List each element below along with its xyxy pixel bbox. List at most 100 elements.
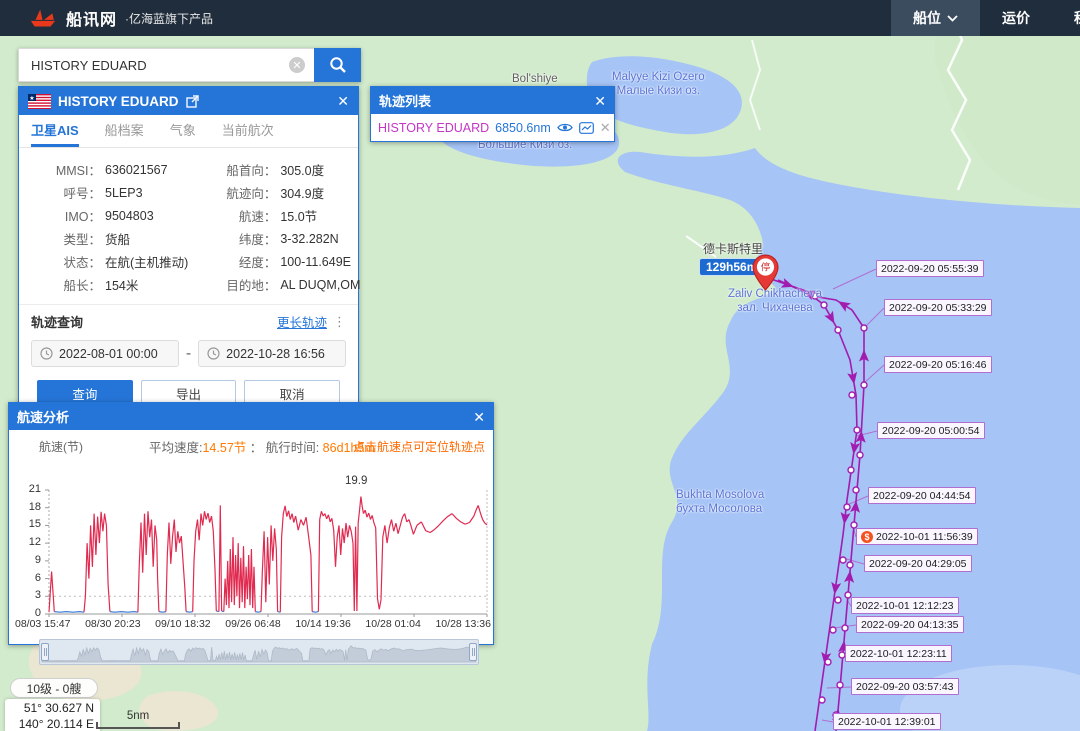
field-label: 船长：	[23, 275, 101, 294]
track-timestamp-label[interactable]: 2022-09-20 04:29:05	[864, 555, 972, 572]
track-timestamp-label[interactable]: 2022-10-01 12:23:11	[845, 645, 952, 662]
shipxy-logo-icon	[28, 8, 58, 28]
track-timestamp-label[interactable]: $2022-10-01 11:56:39	[856, 528, 978, 545]
open-detail-icon[interactable]	[186, 95, 199, 108]
track-node	[837, 682, 843, 688]
stop-pin-marker[interactable]: 停	[752, 254, 779, 297]
ship-field-row: 航迹向：304.9度	[188, 181, 360, 204]
field-label: 船首向：	[188, 160, 276, 179]
track-timestamp-label[interactable]: 2022-09-20 05:55:39	[876, 260, 984, 277]
field-value: 305.0度	[276, 160, 324, 179]
brand-name: 船讯网	[66, 6, 117, 30]
field-label: IMO：	[23, 206, 101, 225]
close-icon[interactable]: ✕	[594, 94, 606, 108]
pin-icon: 停	[752, 254, 779, 292]
tab-ship-archive[interactable]: 船档案	[105, 115, 144, 147]
more-options-icon[interactable]: ⋮	[333, 314, 346, 330]
ship-field-row: 经度：100-11.649E	[188, 250, 360, 273]
peak-value-label: 19.9	[345, 475, 367, 487]
chevron-down-icon	[947, 15, 958, 22]
ship-field-row: 状态：在航(主机推动)	[23, 250, 188, 273]
ship-fields: MMSI：636021567呼号：5LEP3IMO：9504803类型：货船状态…	[19, 148, 358, 304]
map-label-malyye-line1: Malyye Kizi Ozero	[612, 70, 705, 84]
search-input[interactable]	[18, 48, 314, 82]
close-icon[interactable]: ✕	[473, 410, 485, 424]
tab-current-voyage[interactable]: 当前航次	[222, 115, 274, 147]
track-timestamp-label[interactable]: 2022-09-20 03:57:43	[851, 678, 959, 695]
brush-handle-left[interactable]	[41, 643, 49, 661]
track-timestamp-label[interactable]: 2022-10-01 12:39:01	[833, 713, 941, 730]
date-to-input[interactable]: 2022-10-28 16:56	[198, 340, 346, 367]
nav-item-freight[interactable]: 运价	[980, 0, 1052, 36]
clear-search-icon[interactable]: ✕	[289, 57, 305, 73]
chart-range-slider[interactable]	[39, 639, 479, 665]
longer-track-link[interactable]: 更长轨迹	[277, 312, 327, 331]
ship-panel-header: ★ HISTORY EDUARD ✕	[19, 87, 358, 115]
ship-field-row: 目的地：AL DUQM,OM	[188, 273, 360, 296]
nav-item-shipposition[interactable]: 船位	[891, 0, 980, 36]
track-list-title: 轨迹列表	[379, 91, 431, 110]
map-label-malyye-line2: Малые Кизи оз.	[612, 84, 705, 98]
svg-text:★: ★	[29, 95, 34, 102]
search-button[interactable]	[314, 48, 361, 82]
map-label-bukhta-line1: Bukhta Mosolova	[676, 488, 764, 502]
map-label-bukhta-line2: бухта Мосолова	[676, 502, 764, 516]
x-tick-label: 10/28 13:36	[435, 618, 490, 630]
track-timestamp-label[interactable]: 2022-09-20 05:00:54	[877, 422, 985, 439]
track-list-row[interactable]: HISTORY EDUARD 6850.6nm ✕	[371, 114, 614, 141]
nav-item-charter[interactable]: 租	[1052, 0, 1080, 36]
sea-shape	[618, 148, 1080, 731]
search-icon	[329, 56, 347, 74]
close-icon[interactable]: ✕	[337, 94, 349, 108]
clock-icon	[40, 347, 53, 360]
field-value: 15.0节	[276, 206, 317, 225]
timestamp-text: 2022-10-01 12:12:23	[856, 600, 954, 612]
tab-satellite-ais[interactable]: 卫星AIS	[31, 115, 79, 147]
timestamp-text: 2022-09-20 04:13:35	[861, 619, 959, 631]
speed-panel-body: 航速(节) 平均速度:14.57节 ： 航行时间: 86d1h5m 点击航速点可…	[9, 430, 493, 646]
track-node	[819, 697, 825, 703]
timestamp-text: 2022-10-01 11:56:39	[876, 531, 973, 543]
ship-search: ✕	[18, 48, 361, 82]
topnav: 船位 运价 租	[891, 0, 1080, 36]
date-separator: -	[186, 345, 191, 363]
zoom-level-badge: 10级 - 0艘	[10, 678, 98, 698]
clock-icon	[207, 347, 220, 360]
track-timestamp-label[interactable]: 2022-09-20 05:33:29	[884, 299, 992, 316]
nav-label: 运价	[1002, 8, 1030, 28]
brush-handle-right[interactable]	[469, 643, 477, 661]
track-node	[844, 504, 850, 510]
field-label: 类型：	[23, 229, 101, 248]
ship-field-row: 类型：货船	[23, 227, 188, 250]
track-node	[830, 627, 836, 633]
field-value: 5LEP3	[101, 186, 143, 200]
track-node	[825, 659, 831, 665]
track-timestamp-label[interactable]: 2022-09-20 05:16:46	[884, 356, 992, 373]
pin-stop-char: 停	[761, 262, 771, 274]
speed-analysis-panel: 航速分析 ✕ 航速(节) 平均速度:14.57节 ： 航行时间: 86d1h5m…	[8, 402, 494, 645]
ship-field-row: 船首向：305.0度	[188, 158, 360, 181]
y-axis-title: 航速(节)	[39, 438, 83, 455]
remove-track-icon[interactable]: ✕	[600, 120, 611, 136]
ship-field-row: IMO：9504803	[23, 204, 188, 227]
track-timestamp-label[interactable]: 2022-09-20 04:13:35	[856, 616, 964, 633]
event-badge-icon: $	[861, 531, 873, 543]
brand[interactable]: 船讯网 ·亿海蓝旗下产品	[0, 6, 213, 30]
tab-weather[interactable]: 气象	[170, 115, 196, 147]
ship-field-row: 呼号：5LEP3	[23, 181, 188, 204]
track-timestamp-label[interactable]: 2022-09-20 04:44:54	[868, 487, 976, 504]
visibility-eye-icon[interactable]	[557, 122, 573, 133]
date-from-input[interactable]: 2022-08-01 00:00	[31, 340, 179, 367]
speed-chart-icon[interactable]	[579, 122, 594, 134]
brand-suffix: ·亿海蓝旗下产品	[125, 10, 213, 27]
track-list-panel: 轨迹列表 ✕ HISTORY EDUARD 6850.6nm ✕	[370, 86, 615, 142]
speed-chart[interactable]	[9, 486, 495, 618]
track-node	[854, 427, 860, 433]
speed-line-moving	[49, 497, 487, 613]
speed-panel-title: 航速分析	[17, 407, 69, 426]
track-distance: 6850.6nm	[495, 121, 551, 135]
track-timestamp-label[interactable]: 2022-10-01 12:12:23	[851, 597, 959, 614]
track-ship-name[interactable]: HISTORY EDUARD	[378, 121, 489, 135]
timestamp-text: 2022-09-20 05:55:39	[881, 263, 979, 275]
map-label-bukhta: Bukhta Mosolova бухта Мосолова	[676, 488, 764, 517]
